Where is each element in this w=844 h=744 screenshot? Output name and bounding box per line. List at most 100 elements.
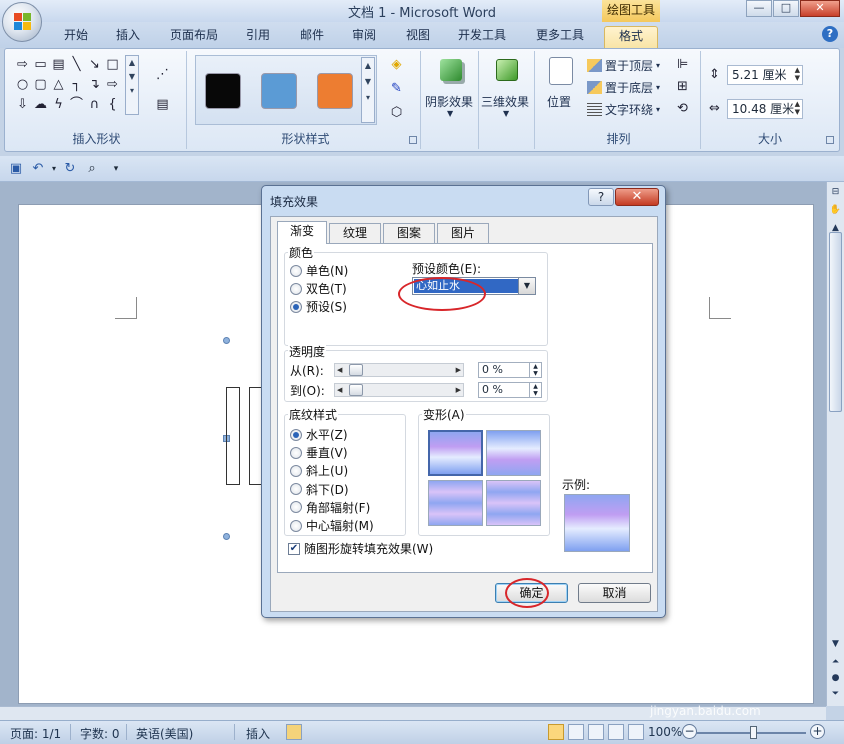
change-shape-icon[interactable]: ⬡ [389,105,404,120]
redo-icon[interactable]: ↻ [62,161,78,177]
dialog-close-button[interactable]: ✕ [615,188,659,206]
tab-more-tools[interactable]: 更多工具 [526,26,594,48]
send-to-back-button[interactable]: 置于底层 ▾ [587,79,660,96]
shading-diagonal-up-option[interactable]: 斜上(U) [290,462,348,479]
tab-format[interactable]: 格式 [604,26,658,48]
minimize-button[interactable]: — [746,0,772,17]
zoom-slider-thumb[interactable] [750,726,757,739]
styles-gallery-scroll[interactable]: ▲ ▼ ▾ [361,57,375,123]
preset-colors-dropdown[interactable]: 心如止水 ▼ [412,277,536,295]
tab-developer[interactable]: 开发工具 [450,26,514,48]
tab-pattern[interactable]: 图案 [383,223,435,243]
triangle-icon[interactable]: △ [51,77,66,92]
status-page[interactable]: 页面: 1/1 [10,725,61,742]
down-arrow-icon[interactable]: ⇩ [15,97,30,112]
browse-object-icon[interactable]: ● [829,672,842,685]
radio-preset[interactable] [290,300,302,313]
spinner-icon[interactable]: ▲ ▼ [529,363,541,377]
one-color-option[interactable]: 单色(N) [290,262,348,279]
radio-shading-diagonal-down[interactable] [290,483,302,496]
elbow-arrow-icon[interactable]: ↴ [87,77,102,92]
radio-shading-from-center[interactable] [290,519,302,532]
rotate-with-shape-checkbox[interactable]: ✔ [288,542,300,555]
shadow-effects-icon[interactable] [440,59,462,81]
slider-left-icon[interactable]: ◀ [337,364,342,377]
zoom-in-button[interactable]: + [810,724,825,739]
shape-styles-launcher[interactable] [409,136,417,144]
two-colors-option[interactable]: 双色(T) [290,280,347,297]
undo-dropdown-icon[interactable]: ▾ [46,161,62,177]
selection-handle-bottom[interactable] [223,533,230,540]
arrow-right-icon[interactable]: ⇨ [15,57,30,72]
radio-two-colors[interactable] [290,282,302,295]
cloud-icon[interactable]: ☁ [33,97,48,112]
shape-fill-icon[interactable]: ◈ [389,57,404,72]
office-button[interactable] [2,2,42,42]
print-preview-icon[interactable]: ⌕ [84,161,100,177]
shape-width-input[interactable]: 10.48 厘米 ▲ ▼ [727,99,803,119]
selection-handle-top[interactable] [223,337,230,344]
elbow-connector-icon[interactable]: ┐ [69,77,84,92]
line-icon[interactable]: ╲ [69,57,84,72]
print-layout-view-button[interactable] [548,724,564,740]
status-insert-mode[interactable]: 插入 [246,725,270,742]
web-layout-button[interactable] [588,724,604,740]
shading-from-corner-option[interactable]: 角部辐射(F) [290,499,370,516]
slider-thumb[interactable] [349,384,363,396]
oval-icon[interactable]: ○ [15,77,30,92]
brace-icon[interactable]: { [105,97,120,112]
bring-to-front-button[interactable]: 置于顶层 ▾ [587,57,660,74]
shading-vertical-option[interactable]: 垂直(V) [290,444,348,461]
cancel-button[interactable]: 取消 [578,583,651,603]
transparency-from-input[interactable]: 0 % ▲ ▼ [478,362,542,378]
tab-home[interactable]: 开始 [52,26,100,48]
radio-shading-vertical[interactable] [290,446,302,459]
shape-rectangle-1[interactable] [226,387,240,485]
dialog-help-button[interactable]: ? [588,188,614,206]
variant-1[interactable] [428,430,483,476]
zoom-level[interactable]: 100% [648,725,682,739]
shading-horizontal-option[interactable]: 水平(Z) [290,426,348,443]
shape-style-black[interactable] [205,73,241,109]
slider-left-icon[interactable]: ◀ [337,384,342,397]
shading-from-center-option[interactable]: 中心辐射(M) [290,517,374,534]
shadow-effects-button[interactable]: 阴影效果 [425,93,473,110]
status-language[interactable]: 英语(美国) [136,725,193,742]
text-wrapping-button[interactable]: 文字环绕 ▾ [587,101,660,118]
macro-record-icon[interactable] [286,724,302,740]
arrow-line-icon[interactable]: ↘ [87,57,102,72]
lightning-icon[interactable]: ϟ [51,97,66,112]
3d-effects-icon[interactable] [496,59,518,81]
help-icon[interactable]: ? [822,26,838,42]
slider-right-icon[interactable]: ▶ [456,364,461,377]
3d-effects-button[interactable]: 三维效果 [481,93,529,110]
textbox-icon[interactable]: ▭ [33,57,48,72]
split-icon[interactable]: ⊟ [829,186,842,199]
width-spinner[interactable]: ▲ ▼ [795,100,800,116]
zoom-out-button[interactable]: − [682,724,697,739]
shading-diagonal-down-option[interactable]: 斜下(D) [290,481,349,498]
outline-view-button[interactable] [608,724,624,740]
variant-3[interactable] [428,480,483,526]
full-screen-reading-button[interactable] [568,724,584,740]
restore-button[interactable]: □ [773,0,799,17]
transparency-from-slider[interactable]: ◀ ▶ [334,363,464,377]
tab-view[interactable]: 视图 [396,26,440,48]
arc-icon[interactable]: ⌒ [69,97,84,112]
block-arrow-icon[interactable]: ⇨ [105,77,120,92]
tab-references[interactable]: 引用 [236,26,280,48]
preset-option[interactable]: 预设(S) [290,298,347,315]
radio-one-color[interactable] [290,264,302,277]
size-launcher[interactable] [826,136,834,144]
ok-button[interactable]: 确定 [495,583,568,603]
rectangle-icon[interactable]: □ [105,57,120,72]
status-word-count[interactable]: 字数: 0 [80,725,120,742]
previous-page-icon[interactable]: ⏶ [829,656,842,669]
spinner-icon[interactable]: ▲ ▼ [529,383,541,397]
radio-shading-from-corner[interactable] [290,501,302,514]
height-spinner[interactable]: ▲ ▼ [795,66,800,82]
tab-picture[interactable]: 图片 [437,223,489,243]
rounded-rect-icon[interactable]: ▢ [33,77,48,92]
align-icon[interactable]: ⊫ [675,57,690,72]
variant-4[interactable] [486,480,541,526]
